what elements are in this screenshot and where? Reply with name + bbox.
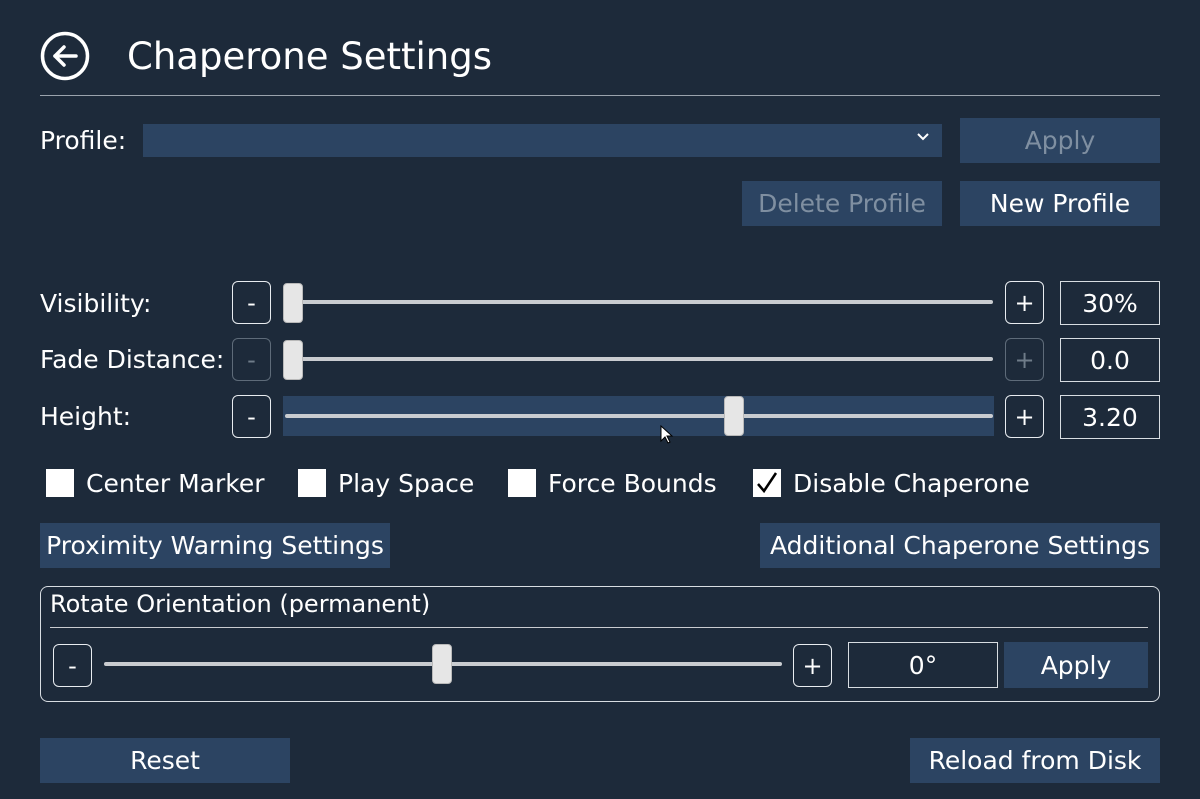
height-slider-handle[interactable]: [724, 396, 744, 436]
rotate-increase-button[interactable]: +: [793, 644, 832, 687]
fade-distance-increase-button[interactable]: +: [1005, 338, 1044, 381]
rotate-slider-handle[interactable]: [432, 644, 452, 684]
rotate-orientation-divider: [50, 627, 1148, 628]
visibility-label: Visibility:: [40, 289, 152, 318]
visibility-slider-track[interactable]: [285, 300, 993, 304]
profile-label: Profile:: [40, 126, 127, 155]
fade-distance-label: Fade Distance:: [40, 345, 225, 374]
mouse-cursor-icon: [660, 425, 674, 444]
disable-chaperone-label[interactable]: Disable Chaperone: [793, 469, 1030, 499]
additional-chaperone-settings-button[interactable]: Additional Chaperone Settings: [760, 523, 1160, 568]
height-value[interactable]: 3.20: [1060, 395, 1160, 439]
disable-chaperone-checkbox[interactable]: [753, 469, 781, 497]
force-bounds-label[interactable]: Force Bounds: [548, 469, 717, 499]
height-slider-track[interactable]: [285, 414, 993, 418]
delete-profile-button[interactable]: Delete Profile: [742, 181, 942, 226]
visibility-decrease-button[interactable]: -: [232, 281, 271, 324]
reset-button[interactable]: Reset: [40, 738, 290, 783]
new-profile-button[interactable]: New Profile: [960, 181, 1160, 226]
proximity-warning-settings-button[interactable]: Proximity Warning Settings: [40, 523, 390, 568]
visibility-increase-button[interactable]: +: [1005, 281, 1044, 324]
height-label: Height:: [40, 402, 132, 431]
page-title: Chaperone Settings: [127, 35, 492, 78]
visibility-value[interactable]: 30%: [1060, 281, 1160, 325]
center-marker-label[interactable]: Center Marker: [86, 469, 265, 499]
rotate-value[interactable]: 0°: [848, 642, 998, 688]
fade-distance-value[interactable]: 0.0: [1060, 338, 1160, 382]
force-bounds-checkbox[interactable]: [508, 469, 536, 497]
chevron-down-icon: [917, 133, 929, 141]
fade-distance-slider-track[interactable]: [285, 357, 993, 361]
back-arrow-icon: [40, 31, 90, 81]
fade-distance-slider-handle[interactable]: [283, 340, 303, 380]
height-decrease-button[interactable]: -: [232, 395, 271, 438]
play-space-checkbox[interactable]: [298, 469, 326, 497]
profile-apply-button[interactable]: Apply: [960, 118, 1160, 163]
profile-dropdown[interactable]: [143, 124, 942, 157]
rotate-decrease-button[interactable]: -: [53, 644, 92, 687]
height-increase-button[interactable]: +: [1005, 395, 1044, 438]
visibility-slider-handle[interactable]: [283, 283, 303, 323]
header-divider: [40, 95, 1160, 96]
center-marker-checkbox[interactable]: [46, 469, 74, 497]
checkmark-icon: [757, 472, 778, 494]
fade-distance-decrease-button[interactable]: -: [232, 338, 271, 381]
back-button[interactable]: [40, 31, 90, 81]
reload-from-disk-button[interactable]: Reload from Disk: [910, 738, 1160, 783]
rotate-apply-button[interactable]: Apply: [1004, 642, 1148, 688]
rotate-orientation-title: Rotate Orientation (permanent): [50, 590, 431, 618]
play-space-label[interactable]: Play Space: [338, 469, 474, 499]
